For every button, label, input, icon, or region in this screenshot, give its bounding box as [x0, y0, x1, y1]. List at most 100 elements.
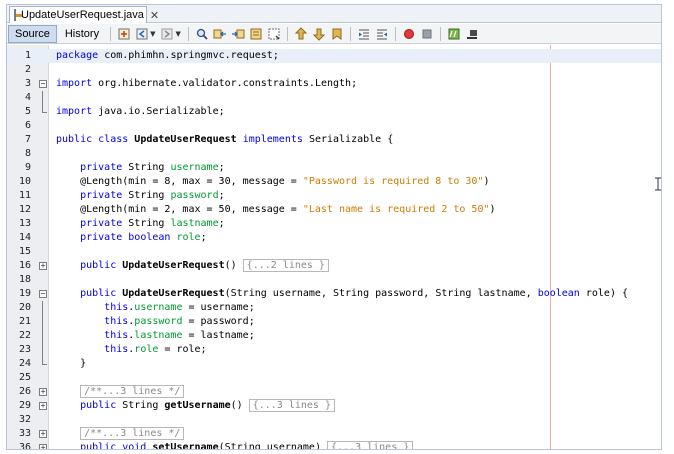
start-macro-icon[interactable] — [401, 26, 417, 42]
code-line-15[interactable]: 15 — [7, 245, 661, 259]
code-editor[interactable]: 1 package com.phimhn.springmvc.request; 2 3… — [7, 45, 661, 449]
fold-guide — [42, 301, 43, 315]
back-icon[interactable] — [134, 26, 150, 42]
code-line-19[interactable]: 19− public UpdateUserRequest(String user… — [7, 287, 661, 301]
history-tab[interactable]: History — [58, 25, 106, 43]
expand-fold-icon[interactable]: + — [39, 430, 47, 438]
find-icon[interactable] — [194, 26, 210, 42]
code-text: /**...3 lines */ — [56, 385, 185, 399]
code-line-11[interactable]: 11 private String password; — [7, 189, 661, 203]
back-dropdown-icon[interactable]: ▼ — [150, 30, 155, 38]
code-text: } — [56, 358, 87, 369]
code-text: private String lastname; — [80, 218, 225, 229]
code-line-26[interactable]: 26 + /**...3 lines */ — [7, 385, 661, 399]
file-tab[interactable]: UpdateUserRequest.java ✕ — [9, 6, 159, 23]
editor-tab-strip: UpdateUserRequest.java ✕ — [7, 5, 661, 23]
close-tab-icon[interactable]: ✕ — [150, 9, 159, 22]
stop-macro-icon[interactable] — [419, 26, 435, 42]
line-number: 6 — [24, 120, 31, 131]
code-line-23[interactable]: 23 this.role = role; — [7, 343, 661, 357]
code-line-13[interactable]: 13 private String lastname; — [7, 217, 661, 231]
code-text: public UpdateUserRequest(String username… — [80, 288, 629, 299]
code-line-14[interactable]: 14 private boolean role; — [7, 231, 661, 245]
folded-code-box[interactable]: {...3 lines } — [326, 441, 414, 449]
code-line-25[interactable]: 25 — [7, 371, 661, 385]
code-line-29[interactable]: 29 + public String getUsername() {...3 li… — [7, 399, 661, 413]
code-line-10[interactable]: 10 @Length(min = 8, max = 30, message = … — [7, 175, 661, 189]
collapse-fold-icon[interactable]: − — [39, 290, 47, 298]
last-edit-icon[interactable] — [116, 26, 132, 42]
line-number: 19 — [18, 288, 31, 299]
line-number: 33 — [18, 428, 31, 439]
code-line-4[interactable]: 4 — [7, 91, 661, 105]
code-text: this.lastname = lastname; — [104, 330, 255, 341]
forward-icon[interactable] — [159, 26, 175, 42]
file-tab-label: UpdateUserRequest.java — [21, 9, 144, 21]
shift-right-icon[interactable] — [374, 26, 390, 42]
fold-guide — [42, 315, 43, 329]
comment-icon[interactable] — [446, 26, 462, 42]
find-previous-icon[interactable] — [212, 26, 228, 42]
expand-fold-icon[interactable]: + — [39, 444, 47, 449]
folded-code-box[interactable]: {...2 lines } — [242, 259, 329, 272]
code-line-3[interactable]: 3− import org.hibernate.validator.constra… — [7, 77, 661, 91]
toolbar-separator — [286, 26, 288, 41]
line-number: 15 — [18, 246, 31, 257]
previous-bookmark-icon[interactable] — [293, 26, 309, 42]
fold-end-guide — [42, 357, 47, 365]
code-text: this.password = password; — [104, 316, 255, 327]
code-line-32[interactable]: 32 — [7, 413, 661, 427]
line-number: 29 — [18, 400, 31, 411]
folded-comment-box[interactable]: /**...3 lines */ — [80, 427, 185, 440]
code-line-18[interactable]: 18 — [7, 273, 661, 287]
next-bookmark-icon[interactable] — [311, 26, 327, 42]
code-line-33[interactable]: 33 + /**...3 lines */ — [7, 427, 661, 441]
uncomment-icon[interactable] — [464, 26, 480, 42]
find-next-icon[interactable] — [230, 26, 246, 42]
code-line-6[interactable]: 6 — [7, 119, 661, 133]
line-number: 22 — [18, 330, 31, 341]
folded-code-box[interactable]: {...3 lines } — [248, 399, 335, 412]
toolbar-separator — [439, 26, 441, 41]
line-number: 8 — [24, 148, 31, 159]
expand-fold-icon[interactable]: + — [39, 262, 47, 270]
folded-comment-box[interactable]: /**...3 lines */ — [80, 385, 185, 398]
code-text: public class UpdateUserRequest implement… — [56, 134, 394, 145]
fold-guide — [42, 329, 43, 343]
toolbar-separator — [394, 26, 396, 41]
forward-dropdown-icon[interactable]: ▼ — [175, 30, 180, 38]
code-line-21[interactable]: 21 this.password = password; — [7, 315, 661, 329]
code-line-5[interactable]: 5 import java.io.Serializable; — [7, 105, 661, 119]
code-text: public UpdateUserRequest() {...2 lines } — [56, 259, 329, 273]
toggle-bookmark-icon[interactable] — [329, 26, 345, 42]
code-text: public String getUsername() {...3 lines … — [56, 399, 335, 413]
java-file-icon — [14, 9, 22, 21]
toggle-rectangular-icon[interactable] — [266, 26, 282, 42]
expand-fold-icon[interactable]: + — [39, 402, 47, 410]
line-number: 7 — [24, 134, 31, 145]
code-line-8[interactable]: 8 — [7, 147, 661, 161]
line-number: 2 — [24, 64, 31, 75]
toggle-highlight-icon[interactable] — [248, 26, 264, 42]
code-line-20[interactable]: 20 this.username = username; — [7, 301, 661, 315]
code-line-12[interactable]: 12 @Length(min = 2, max = 50, message = … — [7, 203, 661, 217]
line-number: 4 — [24, 92, 31, 103]
line-number: 10 — [18, 176, 31, 187]
code-line-24[interactable]: 24 } — [7, 357, 661, 371]
code-line-9[interactable]: 9 private String username; — [7, 161, 661, 175]
code-text: package com.phimhn.springmvc.request; — [56, 50, 279, 61]
code-line-22[interactable]: 22 this.lastname = lastname; — [7, 329, 661, 343]
collapse-fold-icon[interactable]: − — [39, 80, 47, 88]
code-line-1[interactable]: 1 package com.phimhn.springmvc.request; — [7, 49, 661, 63]
toolbar-separator — [349, 26, 351, 41]
shift-left-icon[interactable] — [356, 26, 372, 42]
code-text: public void setUsername(String username)… — [56, 441, 414, 449]
line-number: 13 — [18, 218, 31, 229]
line-number: 21 — [18, 316, 31, 327]
code-line-7[interactable]: 7 public class UpdateUserRequest implemen… — [7, 133, 661, 147]
code-line-36[interactable]: 36 + public void setUsername(String usern… — [7, 441, 661, 449]
code-line-2[interactable]: 2 — [7, 63, 661, 77]
source-tab[interactable]: Source — [8, 24, 57, 43]
expand-fold-icon[interactable]: + — [39, 388, 47, 396]
code-line-16[interactable]: 16 + public UpdateUserRequest() {...2 lin… — [7, 259, 661, 273]
